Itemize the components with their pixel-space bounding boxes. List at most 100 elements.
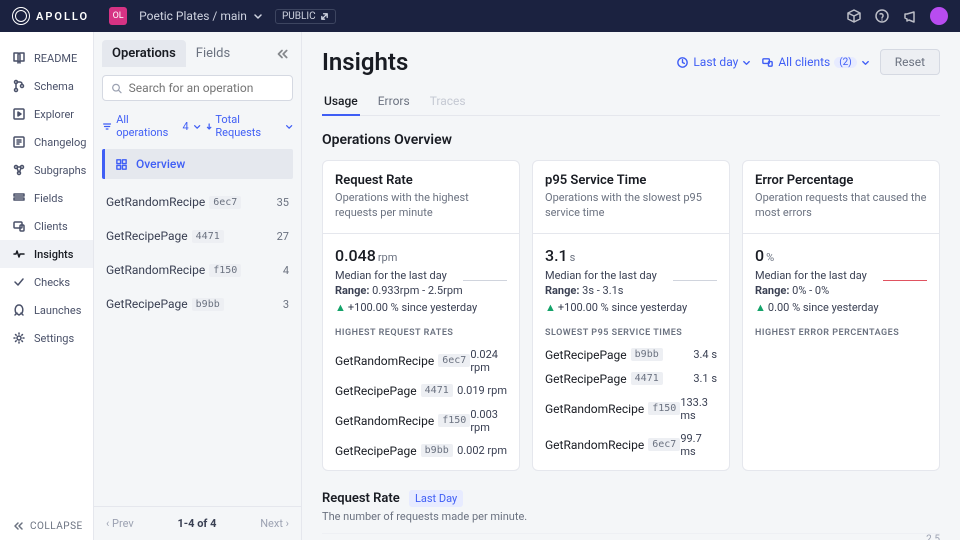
nav-settings[interactable]: Settings xyxy=(0,324,93,352)
nav-changelog[interactable]: Changelog xyxy=(0,128,93,156)
filter-icon[interactable] xyxy=(102,121,112,132)
metric-row[interactable]: GetRandomRecipef150133.3 ms xyxy=(545,396,717,422)
tab-fields[interactable]: Fields xyxy=(186,40,240,67)
card-unit: rpm xyxy=(378,251,398,264)
tab-errors[interactable]: Errors xyxy=(376,88,412,115)
metric-row[interactable]: GetRandomRecipe6ec70.024 rpm xyxy=(335,348,507,374)
clients-count: (2) xyxy=(834,57,857,68)
visibility-badge[interactable]: PUBLIC xyxy=(275,9,336,24)
list-heading: SLOWEST P95 SERVICE TIMES xyxy=(545,328,717,338)
clock-icon xyxy=(676,56,689,69)
nav-launches[interactable]: Launches xyxy=(0,296,93,324)
metric-value: 0.003 rpm xyxy=(470,408,507,434)
op-count: 4 xyxy=(283,264,289,277)
help-icon[interactable] xyxy=(874,8,890,24)
metric-row[interactable]: GetRecipePage44713.1 s xyxy=(545,372,717,386)
op-hash: 4471 xyxy=(421,384,453,397)
chart-title: Request Rate xyxy=(322,491,400,506)
search-input[interactable] xyxy=(129,81,284,95)
overview-section-title: Operations Overview xyxy=(322,132,940,148)
project-path[interactable]: Poetic Plates / main xyxy=(139,9,263,23)
nav-explorer[interactable]: Explorer xyxy=(0,100,93,128)
operation-row[interactable]: GetRandomRecipef1504 xyxy=(102,253,293,287)
op-hash: b9bb xyxy=(192,298,224,311)
cube-icon[interactable] xyxy=(846,8,862,24)
chart-subtitle: The number of requests made per minute. xyxy=(322,510,940,523)
metric-row[interactable]: GetRandomRecipef1500.003 rpm xyxy=(335,408,507,434)
y-label: 2.5 xyxy=(926,534,940,540)
collapse-nav[interactable]: COLLAPSE xyxy=(12,520,83,532)
chevron-down-icon xyxy=(285,122,293,131)
delta-text: ▲+100.00 % since yesterday xyxy=(335,301,507,314)
card-subtitle: Operation requests that caused the most … xyxy=(755,190,927,221)
time-range-dropdown[interactable]: Last day xyxy=(676,55,751,69)
nav-clients[interactable]: Clients xyxy=(0,212,93,240)
play-icon xyxy=(12,107,26,121)
nav-readme[interactable]: README xyxy=(0,44,93,72)
fields-icon xyxy=(12,191,26,205)
metric-value: 3.4 s xyxy=(693,348,717,361)
tab-usage[interactable]: Usage xyxy=(322,88,360,116)
chevron-down-icon[interactable] xyxy=(193,122,201,131)
sort-control[interactable]: Total Requests xyxy=(205,113,293,139)
triangle-up-icon: ▲ xyxy=(335,301,346,314)
list-icon xyxy=(12,135,26,149)
tab-traces: Traces xyxy=(428,88,468,115)
brand-logo[interactable]: APOLLO xyxy=(12,7,89,25)
nav-insights[interactable]: Insights xyxy=(0,240,93,268)
overview-item[interactable]: Overview xyxy=(102,149,293,179)
operations-panel: Operations Fields All operations 4 Total… xyxy=(94,32,302,540)
metric-value: 0.024 rpm xyxy=(470,348,507,374)
topbar: APOLLO OL Poetic Plates / main PUBLIC xyxy=(0,0,960,32)
grid-icon xyxy=(115,158,128,171)
op-count: 3 xyxy=(283,298,289,311)
card-unit: % xyxy=(766,251,774,264)
tab-operations[interactable]: Operations xyxy=(102,40,186,67)
metric-row[interactable]: GetRecipePageb9bb3.4 s xyxy=(545,348,717,362)
pager-status: 1-4 of 4 xyxy=(178,517,217,530)
operation-list: GetRandomRecipe6ec735 GetRecipePage44712… xyxy=(94,185,301,321)
reset-button[interactable]: Reset xyxy=(880,49,940,75)
operation-row[interactable]: GetRecipePage447127 xyxy=(102,219,293,253)
triangle-up-icon: ▲ xyxy=(545,301,556,314)
org-badge[interactable]: OL xyxy=(109,7,127,25)
pager: ‹ Prev 1-4 of 4 Next › xyxy=(94,506,301,540)
search-input-wrapper[interactable] xyxy=(102,75,293,101)
operation-row[interactable]: GetRandomRecipe6ec735 xyxy=(102,185,293,219)
card-subtitle: Operations with the slowest p95 service … xyxy=(545,190,717,221)
card-subtitle: Operations with the highest requests per… xyxy=(335,190,507,221)
delta-text: ▲+100.00 % since yesterday xyxy=(545,301,717,314)
nav-checks[interactable]: Checks xyxy=(0,268,93,296)
pager-prev[interactable]: ‹ Prev xyxy=(106,517,134,530)
median-label: Median for the last day xyxy=(335,269,447,282)
delta-text: ▲0.00 % since yesterday xyxy=(755,301,927,314)
card-value: 0 xyxy=(755,246,764,265)
op-count: 27 xyxy=(277,230,289,243)
metric-row[interactable]: GetRecipePage44710.019 rpm xyxy=(335,384,507,398)
metric-row[interactable]: GetRecipePageb9bb0.002 rpm xyxy=(335,444,507,458)
op-hash: 4471 xyxy=(631,372,663,385)
sparkline xyxy=(463,269,507,281)
metric-value: 99.7 ms xyxy=(680,432,717,458)
filter-all-operations[interactable]: All operations xyxy=(116,113,178,139)
card-title: Error Percentage xyxy=(755,173,927,188)
clients-dropdown[interactable]: All clients(2) xyxy=(761,55,869,69)
megaphone-icon[interactable] xyxy=(902,8,918,24)
nav-fields[interactable]: Fields xyxy=(0,184,93,212)
op-hash: 6ec7 xyxy=(209,196,241,209)
op-hash: f150 xyxy=(438,414,470,427)
chevron-down-icon xyxy=(253,11,263,21)
chevron-left-double-icon[interactable] xyxy=(275,47,289,61)
card-value: 3.1 xyxy=(545,246,568,265)
operation-row[interactable]: GetRecipePageb9bb3 xyxy=(102,287,293,321)
metric-row[interactable]: GetRandomRecipe6ec799.7 ms xyxy=(545,432,717,458)
median-label: Median for the last day xyxy=(545,269,657,282)
pager-next[interactable]: Next › xyxy=(260,517,289,530)
nav-schema[interactable]: Schema xyxy=(0,72,93,100)
nav-subgraphs[interactable]: Subgraphs xyxy=(0,156,93,184)
book-icon xyxy=(12,51,26,65)
devices-icon xyxy=(761,56,774,69)
request-rate-chart: 2.5 1.7 xyxy=(322,533,940,540)
chart-range-badge[interactable]: Last Day xyxy=(409,490,463,507)
avatar[interactable] xyxy=(930,7,948,25)
